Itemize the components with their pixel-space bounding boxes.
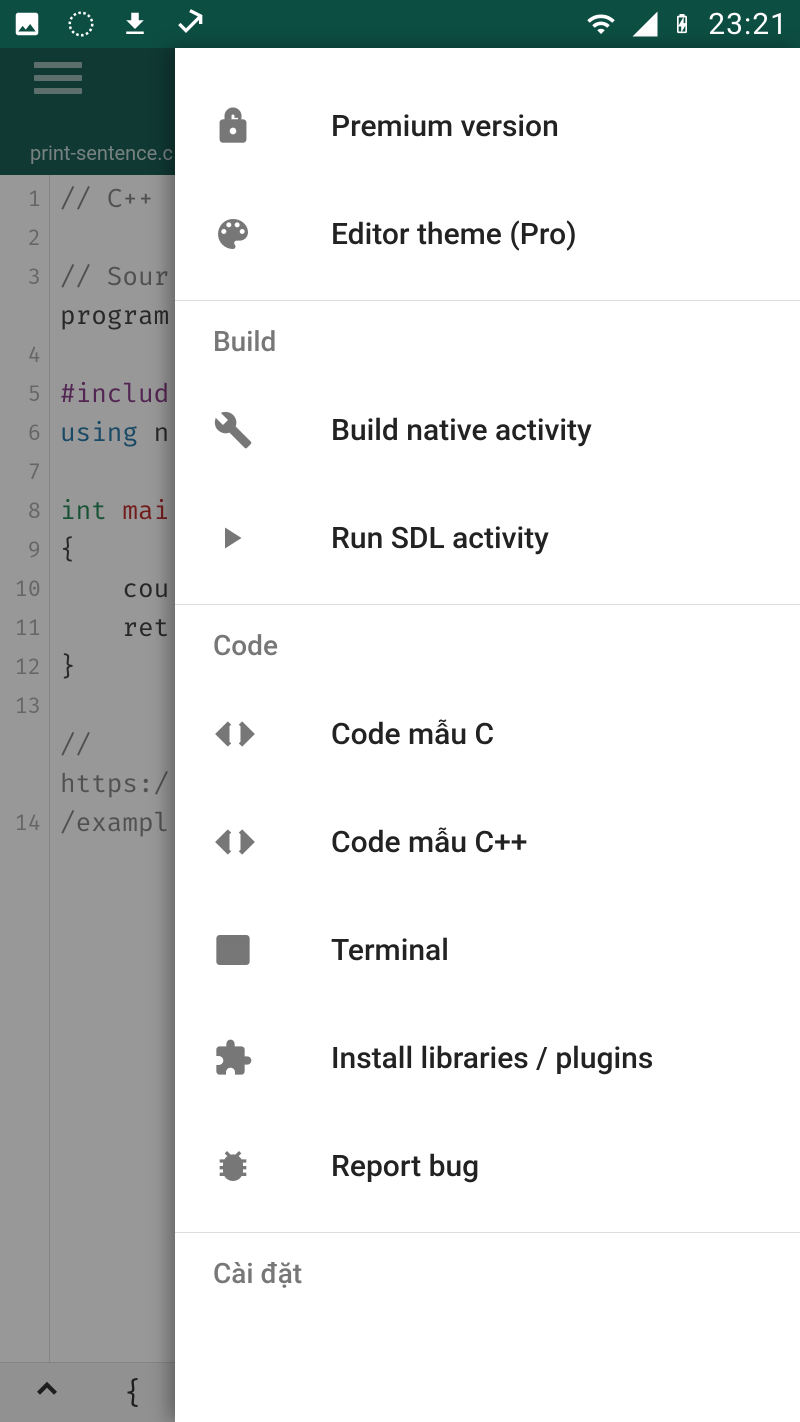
menu-label: Build native activity: [331, 413, 592, 448]
code-icon: [213, 820, 301, 864]
picture-icon: [12, 9, 42, 39]
menu-report-bug[interactable]: Report bug: [175, 1112, 800, 1220]
wrench-icon: [213, 410, 301, 450]
circle-dots-icon: [66, 9, 96, 39]
menu-sample-cpp[interactable]: Code mẫu C++: [175, 788, 800, 896]
section-header-settings: Cài đặt: [175, 1233, 800, 1308]
menu-label: Run SDL activity: [331, 521, 549, 556]
code-icon: [213, 712, 301, 756]
bug-icon: [213, 1146, 301, 1186]
menu-label: Premium version: [331, 109, 559, 144]
play-icon: [213, 520, 301, 556]
menu-run-sdl[interactable]: Run SDL activity: [175, 484, 800, 592]
menu-label: Install libraries / plugins: [331, 1041, 653, 1076]
menu-label: Code mẫu C++: [331, 825, 527, 860]
menu-sample-c[interactable]: Code mẫu C: [175, 680, 800, 788]
puzzle-icon: [213, 1038, 301, 1078]
palette-icon: [213, 214, 301, 254]
section-header-code: Code: [175, 605, 800, 680]
menu-label: Code mẫu C: [331, 717, 494, 752]
overflow-drawer: Premium version Editor theme (Pro) Build…: [175, 48, 800, 1422]
menu-install-plugins[interactable]: Install libraries / plugins: [175, 1004, 800, 1112]
download-icon: [120, 9, 150, 39]
menu-label: Terminal: [331, 933, 449, 968]
terminal-icon: [213, 930, 301, 970]
menu-editor-theme[interactable]: Editor theme (Pro): [175, 180, 800, 288]
status-bar: 23:21: [0, 0, 800, 48]
menu-label: Editor theme (Pro): [331, 217, 577, 252]
status-clock: 23:21: [708, 7, 788, 42]
lock-open-icon: [213, 106, 301, 146]
menu-label: Report bug: [331, 1149, 479, 1184]
battery-charging-icon: [672, 8, 692, 40]
signal-icon: [630, 9, 660, 39]
menu-build-native[interactable]: Build native activity: [175, 376, 800, 484]
wifi-icon: [584, 9, 618, 39]
check-shield-icon: [174, 8, 206, 40]
section-header-build: Build: [175, 301, 800, 376]
menu-terminal[interactable]: Terminal: [175, 896, 800, 1004]
menu-premium[interactable]: Premium version: [175, 72, 800, 180]
